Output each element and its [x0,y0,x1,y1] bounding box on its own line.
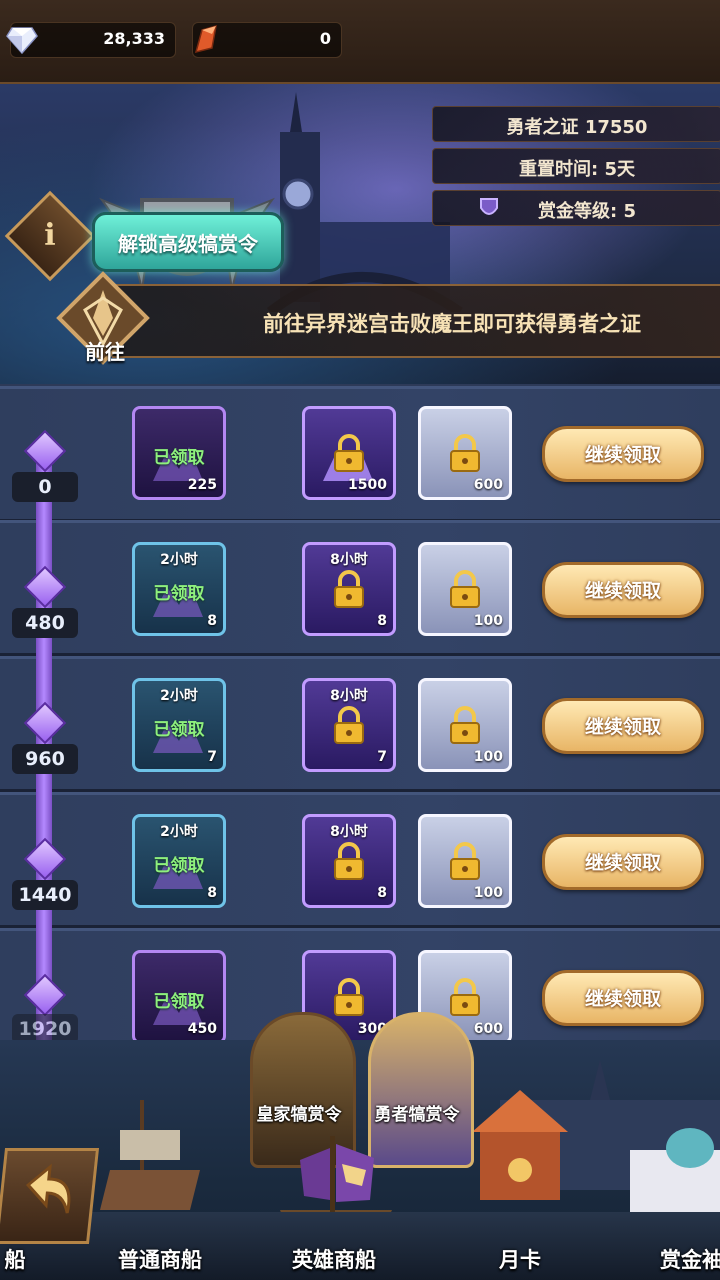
reward-quantity: 100 [473,885,503,901]
continue-claim-label: 继续领取 [584,988,661,1010]
reward-duration: 2小时 [160,552,198,568]
claimed-status: 已领取 [153,720,205,740]
reward-duration: 8小时 [330,824,368,840]
goto-label[interactable]: 前往 [60,336,150,365]
lock-icon [450,434,480,472]
reward-duration: 8小时 [330,552,368,568]
continue-claim-label: 继续领取 [584,444,661,466]
continue-claim-button[interactable]: 继续领取 [542,698,704,754]
unlock-premium-label: 解锁高级犒赏令 [118,232,258,256]
lock-icon [334,842,364,880]
level-value: 480 [12,608,78,638]
free-reward-card[interactable]: 已领取 225 [132,406,226,500]
hero-reward-card[interactable]: 8小时 8 [302,814,396,908]
lock-icon [334,706,364,744]
hero-reward-card[interactable]: 8小时 7 [302,678,396,772]
gem-reward-card[interactable]: 600 [418,406,512,500]
nav-item-monthly-card[interactable]: 月卡 [470,1244,570,1274]
claimed-status: 已领取 [153,856,205,876]
lock-icon [450,570,480,608]
reward-quantity: 8 [207,885,217,901]
lock-icon [334,434,364,472]
hero-proof-stat: 勇者之证 17550 [432,106,720,142]
gem-reward-card[interactable]: 100 [418,678,512,772]
free-reward-card[interactable]: 已领取 450 [132,950,226,1044]
nav-item-ship-partial[interactable]: 船 [0,1244,30,1274]
reward-quantity: 8 [207,613,217,629]
scroll-count: 0 [319,29,331,48]
crystal-scroll-icon [194,24,217,54]
reward-duration: 8小时 [330,688,368,704]
reward-quantity: 8 [377,885,387,901]
goto-bar[interactable]: 前往异界迷宫击败魔王即可获得勇者之证 [112,284,720,358]
reward-quantity: 100 [473,613,503,629]
reward-duration: 2小时 [160,824,198,840]
continue-claim-button[interactable]: 继续领取 [542,562,704,618]
continue-claim-button[interactable]: 继续领取 [542,834,704,890]
lock-icon [450,706,480,744]
bounty-level-stat: 赏金等级: 5 [432,190,720,226]
back-arrow-icon [25,1163,71,1214]
lock-icon [450,842,480,880]
hero-reward-card[interactable]: 1500 [302,406,396,500]
royal-reward-label[interactable]: 皇家犒赏令 [234,1100,364,1125]
reward-quantity: 100 [473,749,503,765]
continue-claim-label: 继续领取 [584,852,661,874]
hero-reward-label[interactable]: 勇者犒赏令 [352,1100,482,1125]
lock-icon [334,978,364,1016]
free-reward-card[interactable]: 2小时 已领取 8 [132,542,226,636]
level-value: 960 [12,744,78,774]
reward-quantity: 600 [473,477,503,493]
hero-reward-card[interactable]: 8小时 8 [302,542,396,636]
lock-icon [450,978,480,1016]
info-icon: i [44,218,56,253]
hero-proof-text: 勇者之证 17550 [506,117,648,138]
reward-quantity: 8 [377,613,387,629]
goto-description: 前往异界迷宫击败魔王即可获得勇者之证 [263,312,641,336]
info-button[interactable]: i [4,190,96,282]
reward-quantity: 1500 [348,477,387,493]
reward-quantity: 225 [187,477,217,493]
free-reward-card[interactable]: 2小时 已领取 8 [132,814,226,908]
gem-count: 28,333 [103,29,165,48]
nav-item-hero-ship[interactable]: 英雄商船 [274,1244,394,1274]
gem-reward-card[interactable]: 100 [418,814,512,908]
nav-item-bounty[interactable]: 赏金袖 [660,1244,720,1274]
back-button[interactable] [0,1148,100,1244]
diamond-icon [6,27,38,54]
level-value: 1440 [12,880,78,910]
bounty-level-text: 赏金等级: 5 [538,201,636,222]
level-value: 0 [12,472,78,502]
free-reward-card[interactable]: 2小时 已领取 7 [132,678,226,772]
reset-time-stat: 重置时间: 5天 [432,148,720,184]
reset-time-text: 重置时间: 5天 [519,159,635,180]
continue-claim-label: 继续领取 [584,580,661,602]
reward-quantity: 600 [473,1021,503,1037]
reward-quantity: 450 [187,1021,217,1037]
reward-duration: 2小时 [160,688,198,704]
nav-item-normal-ship[interactable]: 普通商船 [100,1244,220,1274]
gem-reward-card[interactable]: 100 [418,542,512,636]
lock-icon [334,570,364,608]
reward-quantity: 7 [377,749,387,765]
unlock-premium-button[interactable]: 解锁高级犒赏令 [92,212,284,272]
claimed-status: 已领取 [153,992,205,1012]
claimed-status: 已领取 [153,584,205,604]
continue-claim-button[interactable]: 继续领取 [542,970,704,1026]
continue-claim-button[interactable]: 继续领取 [542,426,704,482]
reward-quantity: 7 [207,749,217,765]
resource-bar: 28,333 0 [0,0,720,85]
claimed-status: 已领取 [153,448,205,468]
continue-claim-label: 继续领取 [584,716,661,738]
